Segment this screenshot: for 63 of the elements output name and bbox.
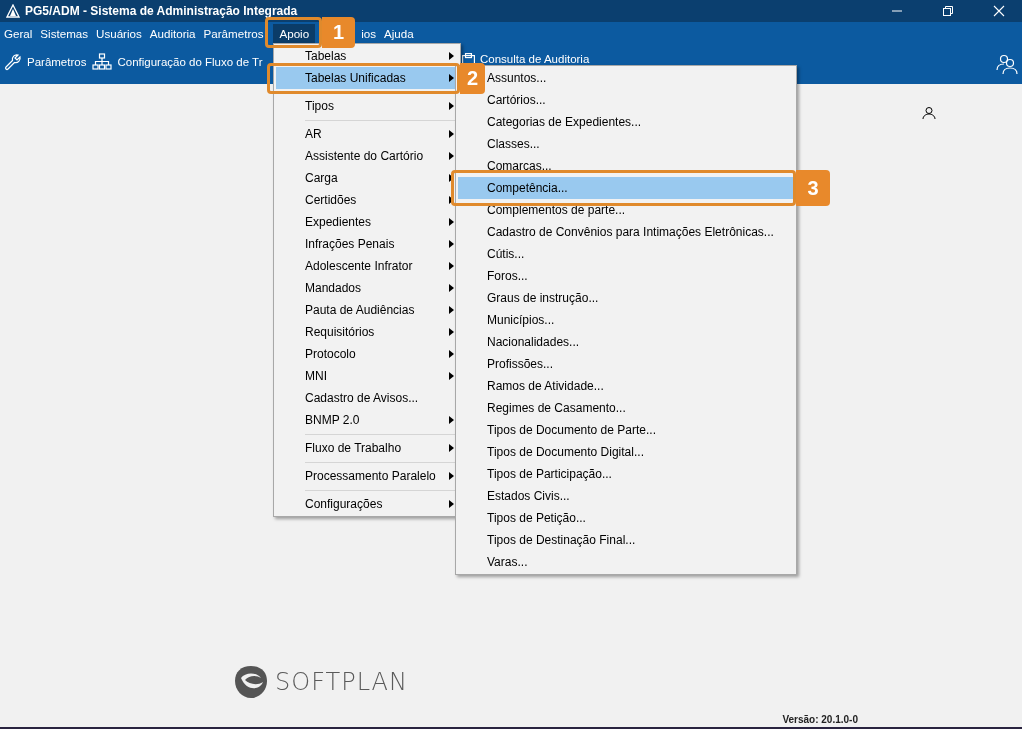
menu-item[interactable]: MNI [276,365,458,387]
menu-item[interactable]: Tabelas [276,45,458,67]
menu-item[interactable]: Configurações [276,493,458,515]
menu-item[interactable]: Profissões... [458,353,794,375]
close-icon[interactable] [993,5,1005,17]
menu-item[interactable]: Tipos de Destinação Final... [458,529,794,551]
toolbar-button[interactable]: Configuração do Fluxo de Tr [92,53,269,71]
menu-bar-item[interactable]: Usuários [92,23,146,43]
menu-item[interactable]: Ramos de Atividade... [458,375,794,397]
step-badge: 2 [460,63,485,94]
menu-item[interactable]: Competência... [458,177,794,199]
menu-bar-item[interactable]: Parâmetros [199,23,268,43]
menu-item[interactable]: Graus de instrução... [458,287,794,309]
menu-bar-item[interactable]: Apoio [273,23,316,43]
logo-text: SOFTPLAN [275,668,408,696]
menu-item[interactable]: Categorias de Expedientes... [458,111,794,133]
restore-icon[interactable] [942,5,954,17]
menu-item[interactable]: Cadastro de Convênios para Intimações Eletrônicas... [458,221,794,243]
menu-item[interactable]: Tipos de Participação... [458,463,794,485]
menu-item[interactable]: Requisitórios [276,321,458,343]
menu-item[interactable]: Tipos [276,95,458,117]
menu-item[interactable]: AR [276,123,458,145]
menu-item[interactable]: Infrações Penais [276,233,458,255]
menu-bar-item[interactable]: Sistemas [36,23,93,43]
menu-item[interactable]: Municípios... [458,309,794,331]
menu-item[interactable]: Cútis... [458,243,794,265]
step-badge: 1 [322,17,355,48]
users-icon[interactable] [996,53,1018,75]
menu-item[interactable]: Regimes de Casamento... [458,397,794,419]
version-label: Versão: 20.1.0-0 [782,714,858,725]
menu-item[interactable]: Pauta de Audiências [276,299,458,321]
menu-item[interactable]: Certidões [276,189,458,211]
menu-item[interactable]: Varas... [458,551,794,573]
menu-item[interactable]: Adolescente Infrator [276,255,458,277]
app-logo-icon [6,4,20,18]
menu-item[interactable]: Foros... [458,265,794,287]
hierarchy-icon [92,53,113,71]
menu-item[interactable]: Carga [276,167,458,189]
menu-item[interactable]: Mandados [276,277,458,299]
menu-item[interactable]: BNMP 2.0 [276,409,458,431]
menu-bar-item[interactable]: Auditoria [145,23,200,43]
softplan-logo-icon [233,664,269,700]
menu-bar-item[interactable]: Geral [0,23,37,43]
step-badge: 3 [796,170,830,206]
menu-item[interactable]: Tabelas Unificadas [276,67,458,89]
menu-item[interactable]: Classes... [458,133,794,155]
menu-item[interactable]: Processamento Paralelo [276,465,458,487]
menu-item[interactable]: Fluxo de Trabalho [276,437,458,459]
menu-item[interactable]: Estados Civis... [458,485,794,507]
menu-item[interactable]: Protocolo [276,343,458,365]
menu-item[interactable]: Cadastro de Avisos... [276,387,458,409]
menu-item[interactable]: Tipos de Documento Digital... [458,441,794,463]
menu-item[interactable]: Expedientes [276,211,458,233]
toolbar-button[interactable]: Parâmetros [4,53,93,71]
menu-item[interactable]: Nacionalidades... [458,331,794,353]
wrench-icon [4,53,22,71]
menu-bar-item[interactable]: Ajuda [379,23,418,43]
menu-item[interactable]: Assistente do Cartório [276,145,458,167]
menu-item[interactable]: Tipos de Documento de Parte... [458,419,794,441]
window-title: PG5/ADM - Sistema de Administração Integrada [25,4,298,18]
user-icon [922,106,936,120]
menu-bar-item[interactable]: ios [357,23,380,43]
menu-item[interactable]: Tipos de Petição... [458,507,794,529]
